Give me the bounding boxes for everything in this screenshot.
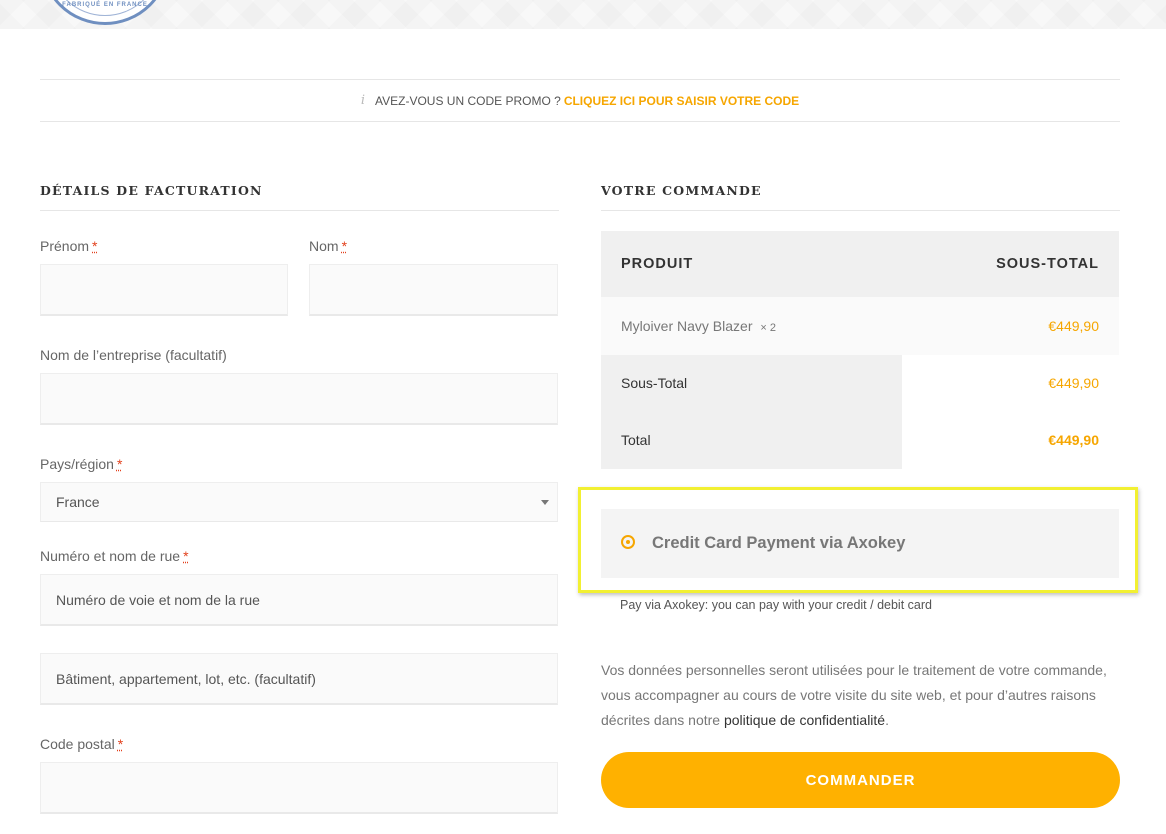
order-table-header: PRODUIT SOUS-TOTAL [601,231,1119,297]
header-band [0,0,1166,29]
item-price: €449,90 [1048,318,1099,334]
country-select[interactable]: France [40,482,558,522]
required-marker: * [341,238,348,254]
postcode-label-text: Code postal [40,736,115,752]
promo-code-link[interactable]: CLIQUEZ ICI POUR SAISIR VOTRE CODE [564,94,799,108]
col-subtotal: SOUS-TOTAL [996,256,1099,272]
subtotal-value: €449,90 [1048,375,1099,391]
order-item-row: Myloiver Navy Blazer × 2 €449,90 [601,297,1119,355]
subtotal-label: Sous-Total [621,375,688,391]
privacy-end: . [885,712,889,728]
street2-placeholder: Bâtiment, appartement, lot, etc. (facult… [56,670,316,687]
info-icon: i [360,93,365,108]
billing-title-rule [40,210,559,211]
street-label: Numéro et nom de rue * [40,548,189,564]
country-label-text: Pays/région [40,456,114,472]
last-name-label-text: Nom [309,238,339,254]
item-name: Myloiver Navy Blazer × 2 [621,318,776,334]
logo-text: FABRIQUÉ EN FRANCE [62,2,148,8]
required-marker: * [92,238,98,254]
last-name-label: Nom * [309,238,347,254]
order-title-rule [601,210,1120,211]
place-order-button[interactable]: COMMANDER [601,752,1120,808]
street-input[interactable]: Numéro de voie et nom de la rue [40,574,558,626]
country-label: Pays/région * [40,456,122,472]
item-qty: × 2 [760,322,776,334]
privacy-policy-link[interactable]: politique de confidentialité [724,712,885,728]
promo-notice: i AVEZ-VOUS UN CODE PROMO ? CLIQUEZ ICI … [40,79,1120,122]
highlight-box [578,487,1138,593]
col-product: PRODUIT [621,256,694,272]
privacy-notice: Vos données personnelles seront utilisée… [601,658,1116,733]
last-name-input[interactable] [309,264,558,316]
required-marker: * [116,456,123,472]
payment-description: Pay via Axokey: you can pay with your cr… [620,598,932,612]
total-value: €449,90 [1048,432,1099,448]
required-marker: * [117,736,124,752]
first-name-label: Prénom * [40,238,97,254]
street2-input[interactable]: Bâtiment, appartement, lot, etc. (facult… [40,653,558,705]
item-name-text: Myloiver Navy Blazer [621,318,753,334]
required-marker: * [183,548,189,564]
first-name-label-text: Prénom [40,238,90,254]
country-select-value: France [56,494,100,510]
street-label-text: Numéro et nom de rue [40,548,181,564]
postcode-input[interactable] [40,762,558,814]
street-placeholder: Numéro de voie et nom de la rue [56,591,260,608]
postcode-label: Code postal * [40,736,123,752]
total-label: Total [621,432,651,448]
company-input[interactable] [40,373,558,425]
order-totals-labels [601,355,902,469]
chevron-down-icon [541,500,549,505]
order-title: VOTRE COMMANDE [601,183,762,198]
promo-text: AVEZ-VOUS UN CODE PROMO ? [375,93,561,108]
billing-title: DÉTAILS DE FACTURATION [40,183,263,198]
company-label: Nom de l’entreprise (facultatif) [40,347,227,363]
first-name-input[interactable] [40,264,288,316]
